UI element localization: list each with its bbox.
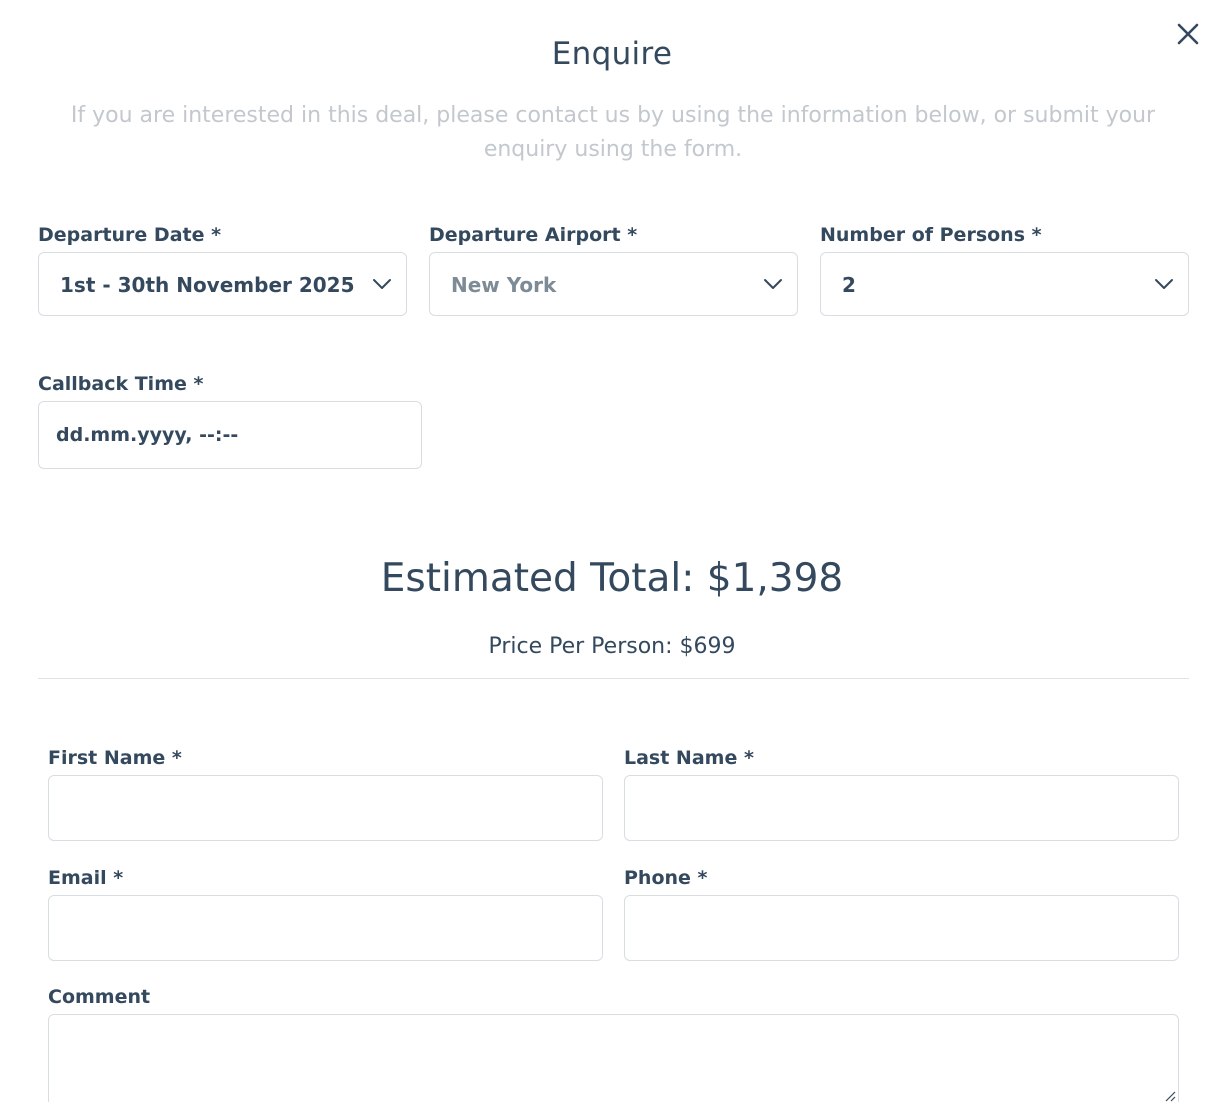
comment-label: Comment [48, 986, 151, 1008]
first-name-field[interactable] [48, 775, 603, 841]
callback-time-label: Callback Time * [38, 373, 204, 395]
departure-airport-select[interactable]: New York [429, 252, 798, 316]
chevron-down-icon [763, 277, 783, 291]
departure-date-value: 1st - 30th November 2025 [60, 273, 355, 297]
last-name-label: Last Name * [624, 747, 754, 769]
email-label: Email * [48, 867, 124, 889]
persons-value: 2 [842, 273, 856, 297]
modal-title: Enquire [551, 36, 673, 72]
modal-subtitle: If you are interested in this deal, plea… [70, 103, 1156, 162]
chevron-down-icon [1154, 277, 1174, 291]
section-divider [38, 678, 1189, 679]
email-field[interactable] [48, 895, 603, 961]
persons-label: Number of Persons * [820, 224, 1042, 246]
callback-time-input[interactable] [38, 401, 422, 469]
chevron-down-icon [372, 277, 392, 291]
departure-airport-label: Departure Airport * [429, 224, 638, 246]
phone-label: Phone * [624, 867, 708, 889]
price-per-person: Price Per Person: $699 [488, 634, 736, 659]
last-name-field[interactable] [624, 775, 1179, 841]
departure-date-label: Departure Date * [38, 224, 222, 246]
comment-textarea[interactable] [48, 1014, 1179, 1102]
departure-date-select[interactable]: 1st - 30th November 2025 [38, 252, 407, 316]
phone-field[interactable] [624, 895, 1179, 961]
persons-select[interactable]: 2 [820, 252, 1189, 316]
first-name-label: First Name * [48, 747, 182, 769]
estimated-total: Estimated Total: $1,398 [380, 556, 844, 601]
resize-grip-icon[interactable] [1164, 1090, 1176, 1102]
departure-airport-value: New York [451, 273, 557, 297]
